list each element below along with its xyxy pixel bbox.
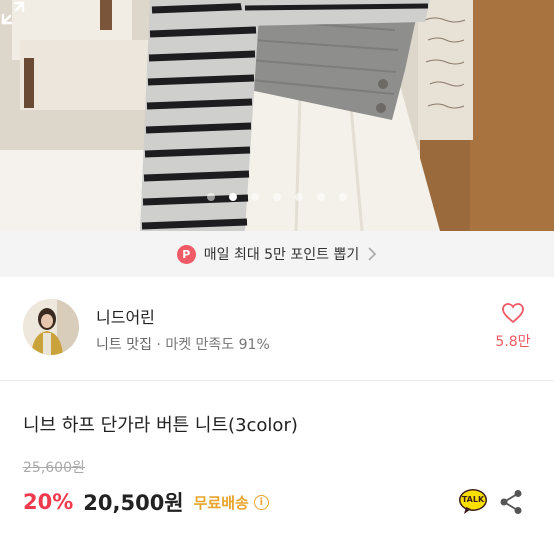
seller-tag: 니트 맛집 (96, 337, 152, 353)
banner-text: 매일 최대 5만 포인트 뽑기 (203, 247, 360, 263)
gallery-dot[interactable] (251, 193, 259, 201)
point-badge-icon: P (176, 244, 196, 264)
heart-icon (502, 303, 524, 324)
seller-info: 니트 맛집 · 마켓 만족도 91% (96, 334, 270, 354)
gallery-dot[interactable] (317, 193, 325, 201)
sale-price: 20,500원 (83, 491, 184, 515)
free-shipping-label: 무료배송 (193, 493, 249, 512)
product-title: 니브 하프 단가라 버튼 니트(3color) (23, 415, 298, 436)
original-price: 25,600원 (23, 460, 85, 476)
gallery-dot[interactable] (273, 193, 281, 201)
seller-info-separator: · (151, 337, 166, 353)
seller-satisfaction: 마켓 만족도 91% (165, 337, 270, 353)
seller-avatar[interactable] (23, 299, 79, 355)
section-divider (0, 380, 554, 381)
like-count: 5.8만 (495, 334, 531, 350)
kakao-talk-button[interactable]: TALK (458, 488, 488, 516)
point-event-banner[interactable]: P 매일 최대 5만 포인트 뽑기 (0, 231, 554, 277)
gallery-dot[interactable] (295, 193, 303, 201)
info-icon[interactable]: i (253, 494, 269, 510)
discount-rate: 20% (23, 490, 74, 514)
price-row: 20% 20,500원 무료배송 i (23, 487, 269, 517)
gallery-dot[interactable] (339, 193, 347, 201)
product-image-gallery[interactable] (0, 0, 554, 231)
gallery-pagination (0, 193, 554, 201)
gallery-dot[interactable] (229, 193, 237, 201)
seller-section: 니드어린 니트 맛집 · 마켓 만족도 91% 5.8만 (0, 277, 554, 380)
gallery-dot[interactable] (207, 193, 215, 201)
chevron-right-icon (368, 247, 377, 261)
share-icon[interactable] (499, 489, 523, 515)
seller-avatar-image (23, 299, 79, 355)
expand-icon[interactable] (0, 0, 26, 26)
talk-label: TALK (461, 495, 485, 504)
like-button[interactable]: 5.8만 (490, 302, 536, 351)
seller-name[interactable]: 니드어린 (96, 304, 155, 328)
